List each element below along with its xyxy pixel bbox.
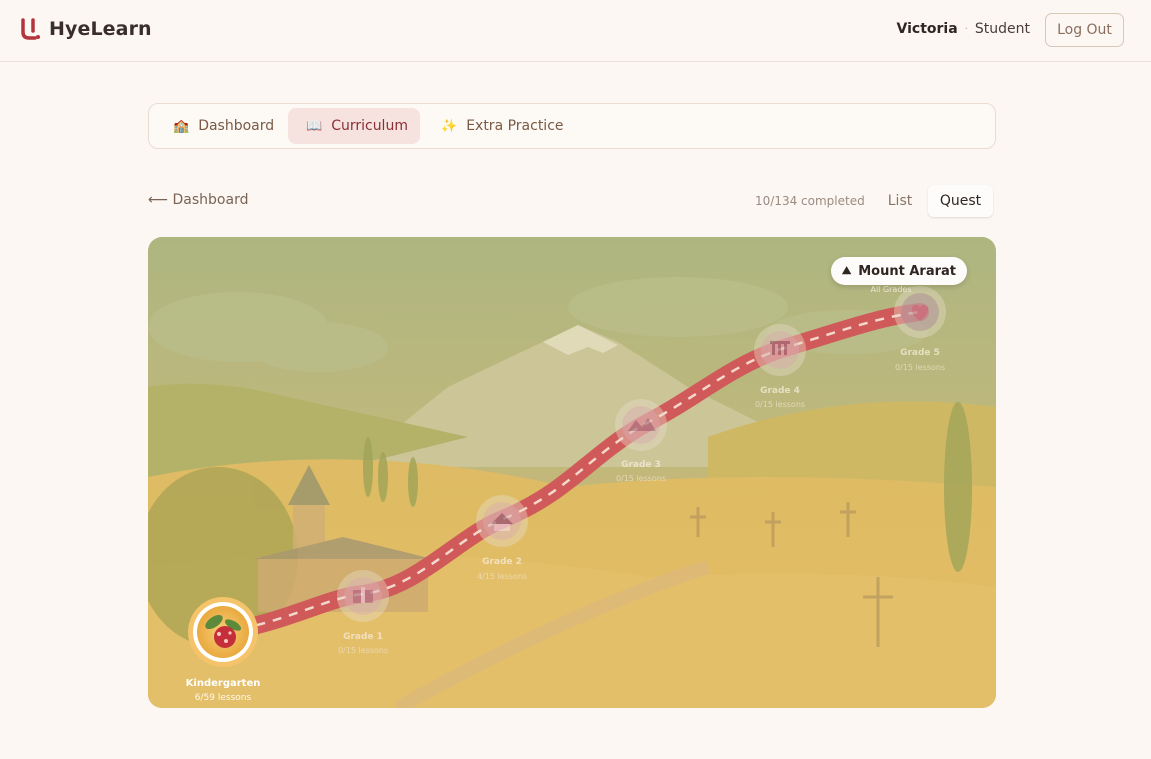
node-progress: 6/59 lessons [195,693,252,703]
node-title: Grade 1 [343,632,383,642]
user-name: Victoria [896,21,958,37]
list-view-button[interactable]: List [875,185,925,217]
summit-label: Mount Ararat [858,263,957,279]
sparkles-icon: ✨ [441,118,458,134]
logout-button[interactable]: Log Out [1045,13,1124,47]
tab-label: Curriculum [331,118,408,134]
node-title: Grade 4 [760,386,800,396]
book-icon: 📖 [306,118,323,134]
brand-name: HyeLearn [49,18,152,40]
node-title: Kindergarten [186,678,261,689]
brand[interactable]: HyeLearn [20,17,152,41]
back-to-dashboard-link[interactable]: ⟵ Dashboard [148,192,248,208]
tab-dashboard[interactable]: 🏫 Dashboard [152,108,282,144]
node-progress: 0/15 lessons [755,400,805,409]
top-bar: HyeLearn Victoria · Student Log Out [0,0,1151,62]
node-progress: 0/15 lessons [616,474,666,483]
node-progress: 4/15 lessons [477,572,527,581]
tab-extra-practice[interactable]: ✨ Extra Practice [425,108,575,144]
summit-badge[interactable]: ⛰ Mount Ararat [831,257,968,285]
node-kindergarten[interactable]: Kindergarten 6/59 lessons [186,597,261,703]
quest-map-illustration: Kindergarten 6/59 lessons Grade 1 0/15 l… [148,237,996,708]
completion-count: 10/134 completed [755,194,865,208]
node-title: Grade 5 [900,348,940,358]
mountain-icon: ⛰ [842,264,852,277]
node-progress: 0/15 lessons [338,646,388,655]
summit-subtitle: All Grades [870,285,911,294]
quest-map: Kindergarten 6/59 lessons Grade 1 0/15 l… [148,237,996,708]
tab-curriculum[interactable]: 📖 Curriculum [288,108,420,144]
temple-icon [770,341,790,355]
node-title: Grade 3 [621,460,661,470]
node-title: Grade 2 [482,557,522,567]
user-info: Victoria · Student [897,21,1030,37]
user-role: Student [974,21,1030,37]
user-separator: · [964,23,968,35]
tab-label: Extra Practice [466,118,564,134]
view-toggle: List Quest [875,185,994,217]
quest-view-button[interactable]: Quest [928,185,993,217]
logo-icon [21,18,40,40]
school-icon: 🏫 [173,118,190,134]
main-tabs: 🏫 Dashboard 📖 Curriculum ✨ Extra Practic… [148,103,996,149]
node-progress: 0/15 lessons [895,363,945,372]
tab-label: Dashboard [198,118,275,134]
